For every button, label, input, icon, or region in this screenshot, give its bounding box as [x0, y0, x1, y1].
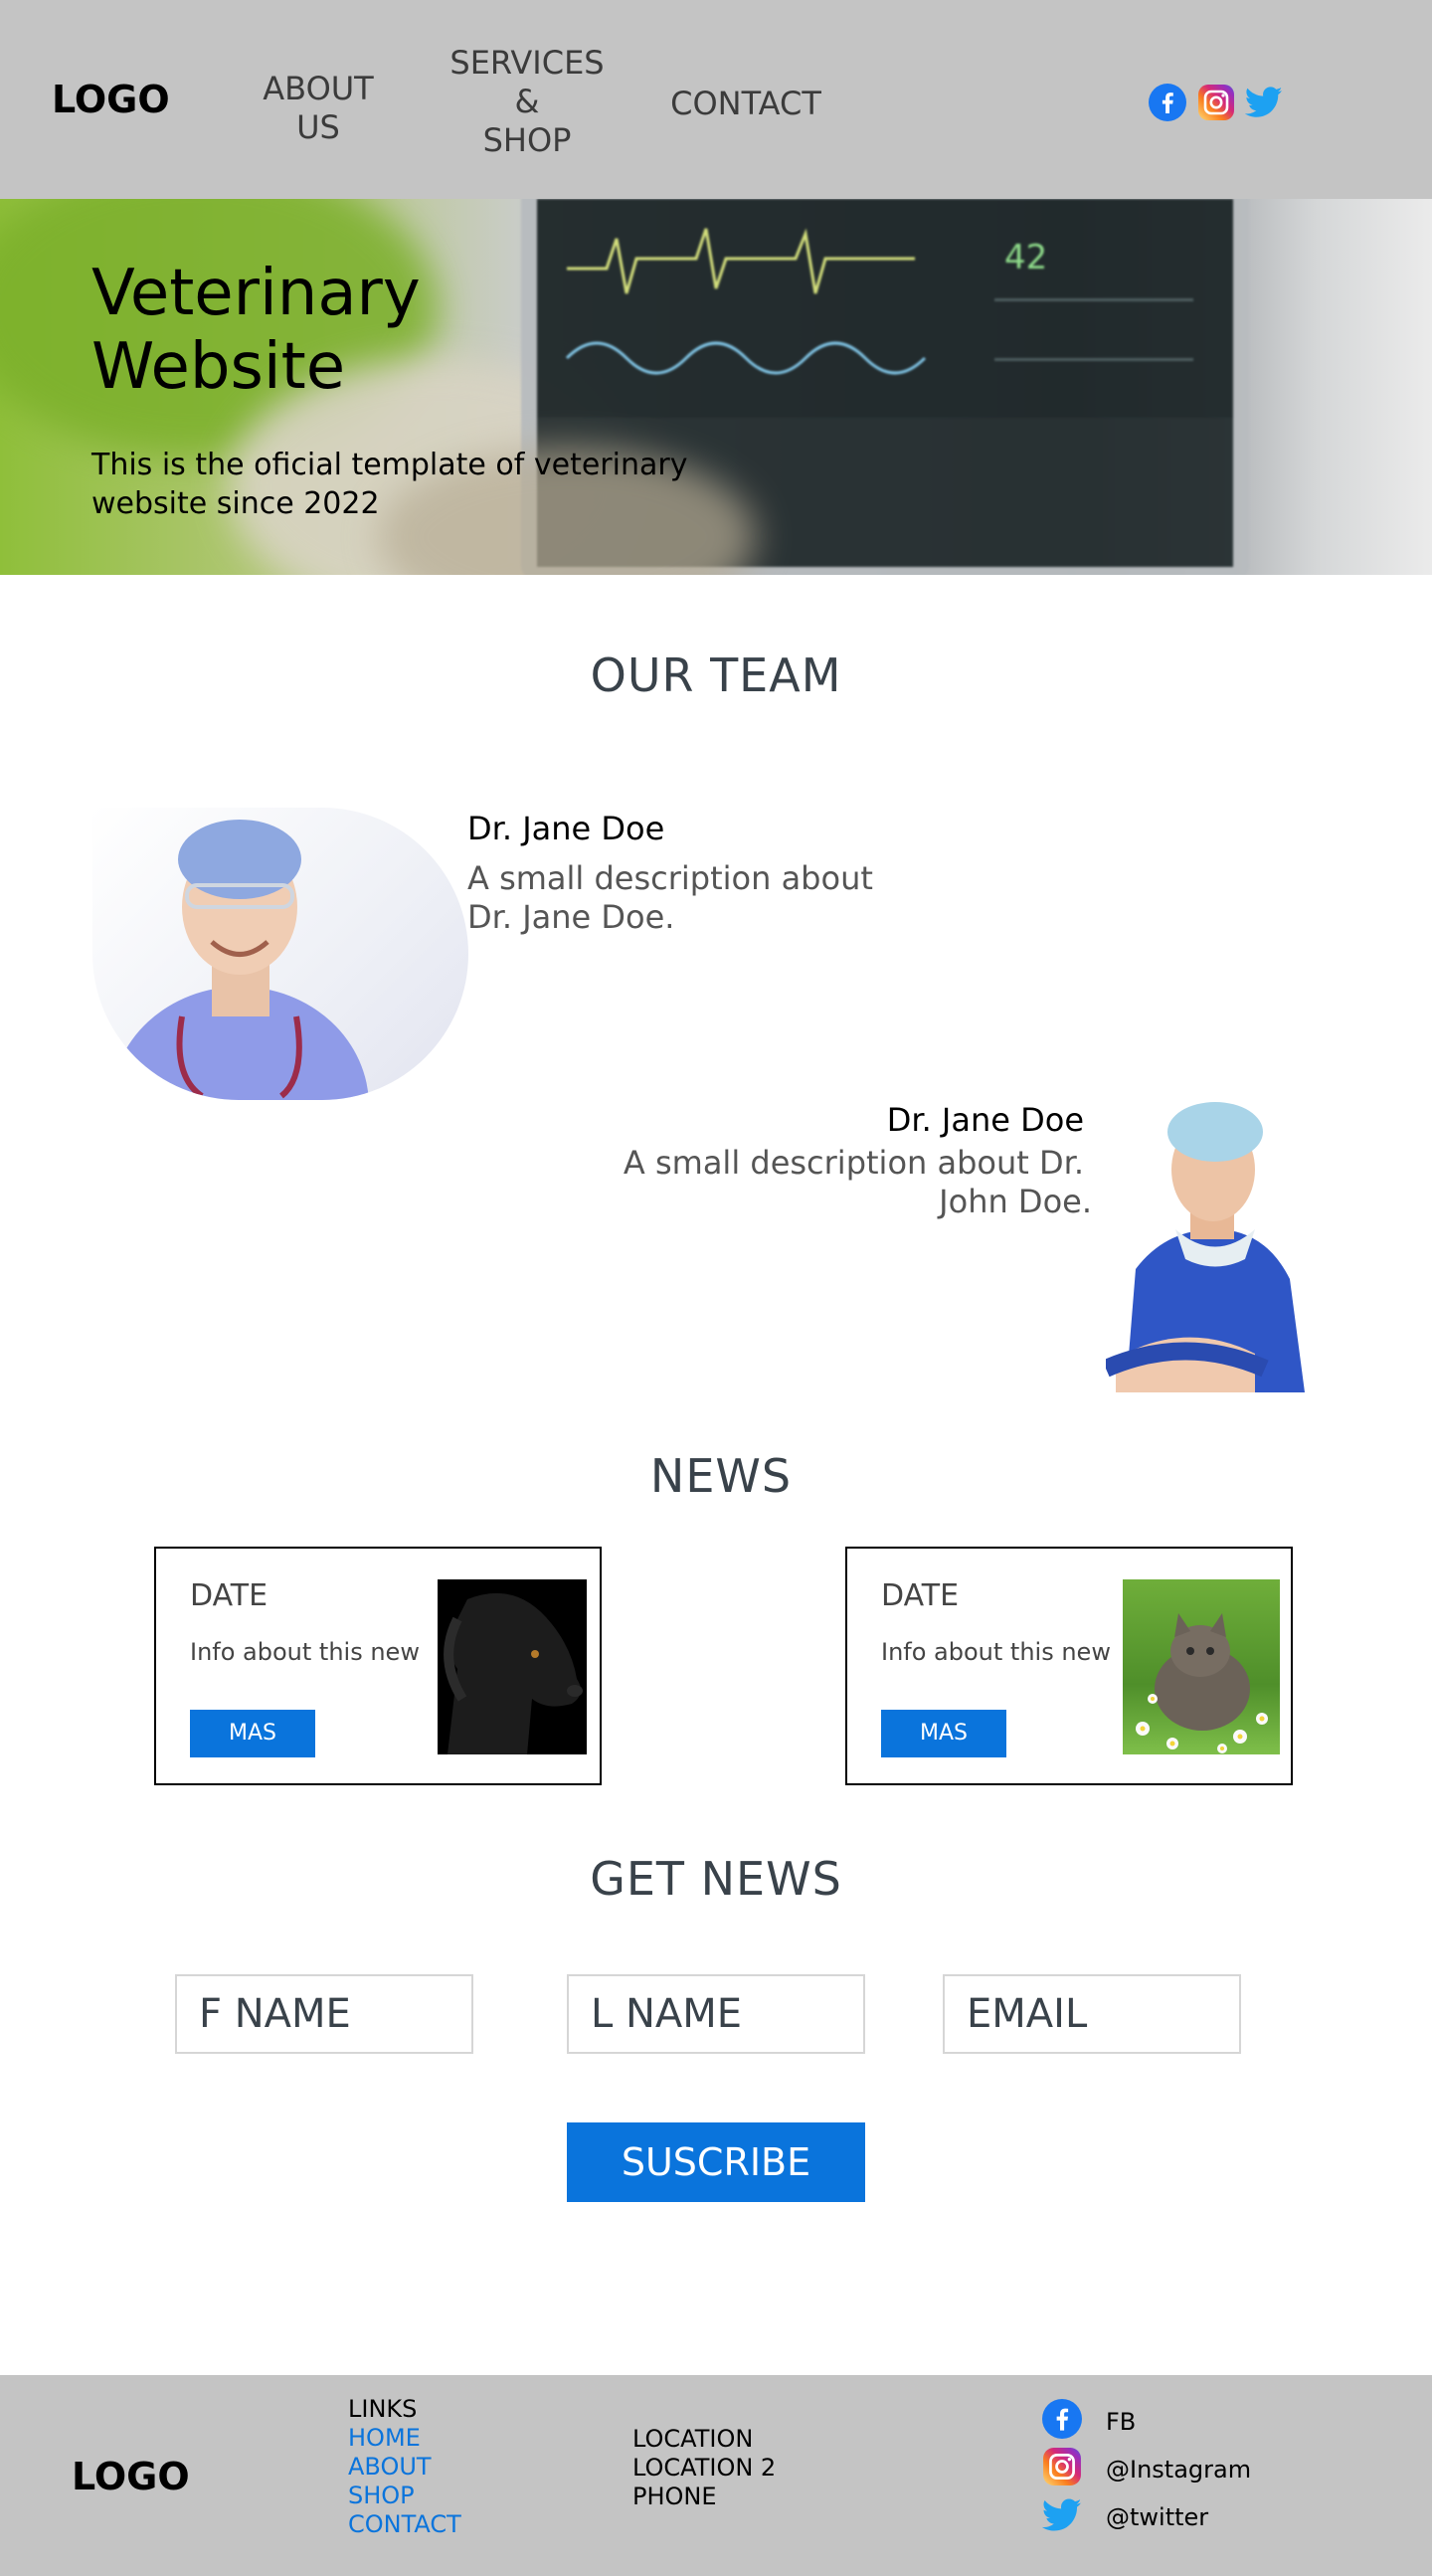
- team-member-name: Dr. Jane Doe: [886, 1101, 1084, 1139]
- footer-link-shop[interactable]: SHOP: [348, 2482, 461, 2510]
- news-card-date: DATE: [881, 1578, 960, 1613]
- nav-about-line2: US: [296, 108, 340, 146]
- news-card: DATE Info about this new MAS: [154, 1547, 602, 1785]
- site-footer: LOGO LINKS HOME ABOUT SHOP CONTACT LOCAT…: [0, 2375, 1432, 2576]
- team-member-description: A small description about Dr. Jane Doe.: [467, 859, 873, 936]
- last-name-input[interactable]: L NAME: [567, 1974, 865, 2054]
- subscribe-button[interactable]: SUSCRIBE: [567, 2122, 865, 2202]
- dog-photo: [438, 1579, 587, 1754]
- hero-subtitle: This is the oficial template of veterina…: [91, 448, 688, 521]
- footer-social-label-instagram[interactable]: @Instagram: [1106, 2456, 1251, 2484]
- footer-logo[interactable]: LOGO: [72, 2455, 190, 2498]
- news-section-title: NEWS: [649, 1449, 793, 1503]
- doctor-jane-photo: [92, 808, 468, 1100]
- svg-text:42: 42: [1004, 238, 1047, 277]
- footer-link-home[interactable]: HOME: [348, 2424, 461, 2453]
- doctor-john-photo: [1106, 1100, 1307, 1392]
- nav-services-line1: SERVICES: [449, 44, 605, 82]
- nav-about-line1: ABOUT: [263, 70, 374, 107]
- footer-phone: PHONE: [632, 2483, 717, 2510]
- news-card-more-button[interactable]: MAS: [881, 1710, 1006, 1757]
- footer-locations: LOCATION LOCATION 2 PHONE: [632, 2425, 776, 2511]
- footer-location-1: LOCATION: [632, 2425, 754, 2453]
- footer-social-label-fb[interactable]: FB: [1106, 2408, 1136, 2437]
- news-card-date: DATE: [190, 1578, 268, 1613]
- footer-social-label-twitter[interactable]: @twitter: [1106, 2503, 1208, 2532]
- nav-services-line3: SHOP: [482, 121, 572, 159]
- twitter-icon[interactable]: [1244, 86, 1283, 119]
- hero-title-line2: Website: [91, 330, 346, 404]
- footer-location-2: LOCATION 2: [632, 2454, 777, 2482]
- news-card: DATE Info about this new MAS: [845, 1547, 1293, 1785]
- instagram-icon[interactable]: [1197, 84, 1235, 121]
- header-logo[interactable]: LOGO: [52, 78, 170, 121]
- team-member-name: Dr. Jane Doe: [467, 810, 665, 847]
- footer-link-contact[interactable]: CONTACT: [348, 2510, 461, 2539]
- twitter-icon[interactable]: [1041, 2498, 1082, 2532]
- footer-link-about[interactable]: ABOUT: [348, 2453, 461, 2482]
- news-card-info: Info about this new: [881, 1638, 1111, 1666]
- news-card-more-button[interactable]: MAS: [190, 1710, 315, 1757]
- team-member-description: A small description about Dr. John Doe.: [597, 1144, 1092, 1221]
- nav-services-line2: &: [514, 83, 540, 120]
- footer-links: LINKS HOME ABOUT SHOP CONTACT: [348, 2395, 461, 2539]
- news-card-info: Info about this new: [190, 1638, 420, 1666]
- instagram-icon[interactable]: [1042, 2447, 1082, 2486]
- first-name-input[interactable]: F NAME: [175, 1974, 473, 2054]
- team-member-description-line2: John Doe.: [939, 1183, 1092, 1220]
- facebook-icon[interactable]: [1042, 2399, 1082, 2439]
- email-input[interactable]: EMAIL: [943, 1974, 1241, 2054]
- footer-links-title: LINKS: [348, 2395, 418, 2423]
- nav-about[interactable]: ABOUT US: [254, 70, 383, 147]
- site-header: LOGO ABOUT US SERVICES & SHOP CONTACT: [0, 0, 1432, 199]
- hero-title-line1: Veterinary: [91, 257, 421, 330]
- team-member-description-line1: A small description about Dr.: [623, 1144, 1084, 1182]
- facebook-icon[interactable]: [1149, 84, 1186, 121]
- nav-contact[interactable]: CONTACT: [656, 85, 835, 123]
- kitten-photo: [1123, 1579, 1280, 1754]
- hero-title: Veterinary Website: [91, 257, 421, 404]
- team-section-title: OUR TEAM: [590, 648, 842, 702]
- get-news-section-title: GET NEWS: [590, 1852, 842, 1906]
- nav-services-shop[interactable]: SERVICES & SHOP: [438, 44, 617, 160]
